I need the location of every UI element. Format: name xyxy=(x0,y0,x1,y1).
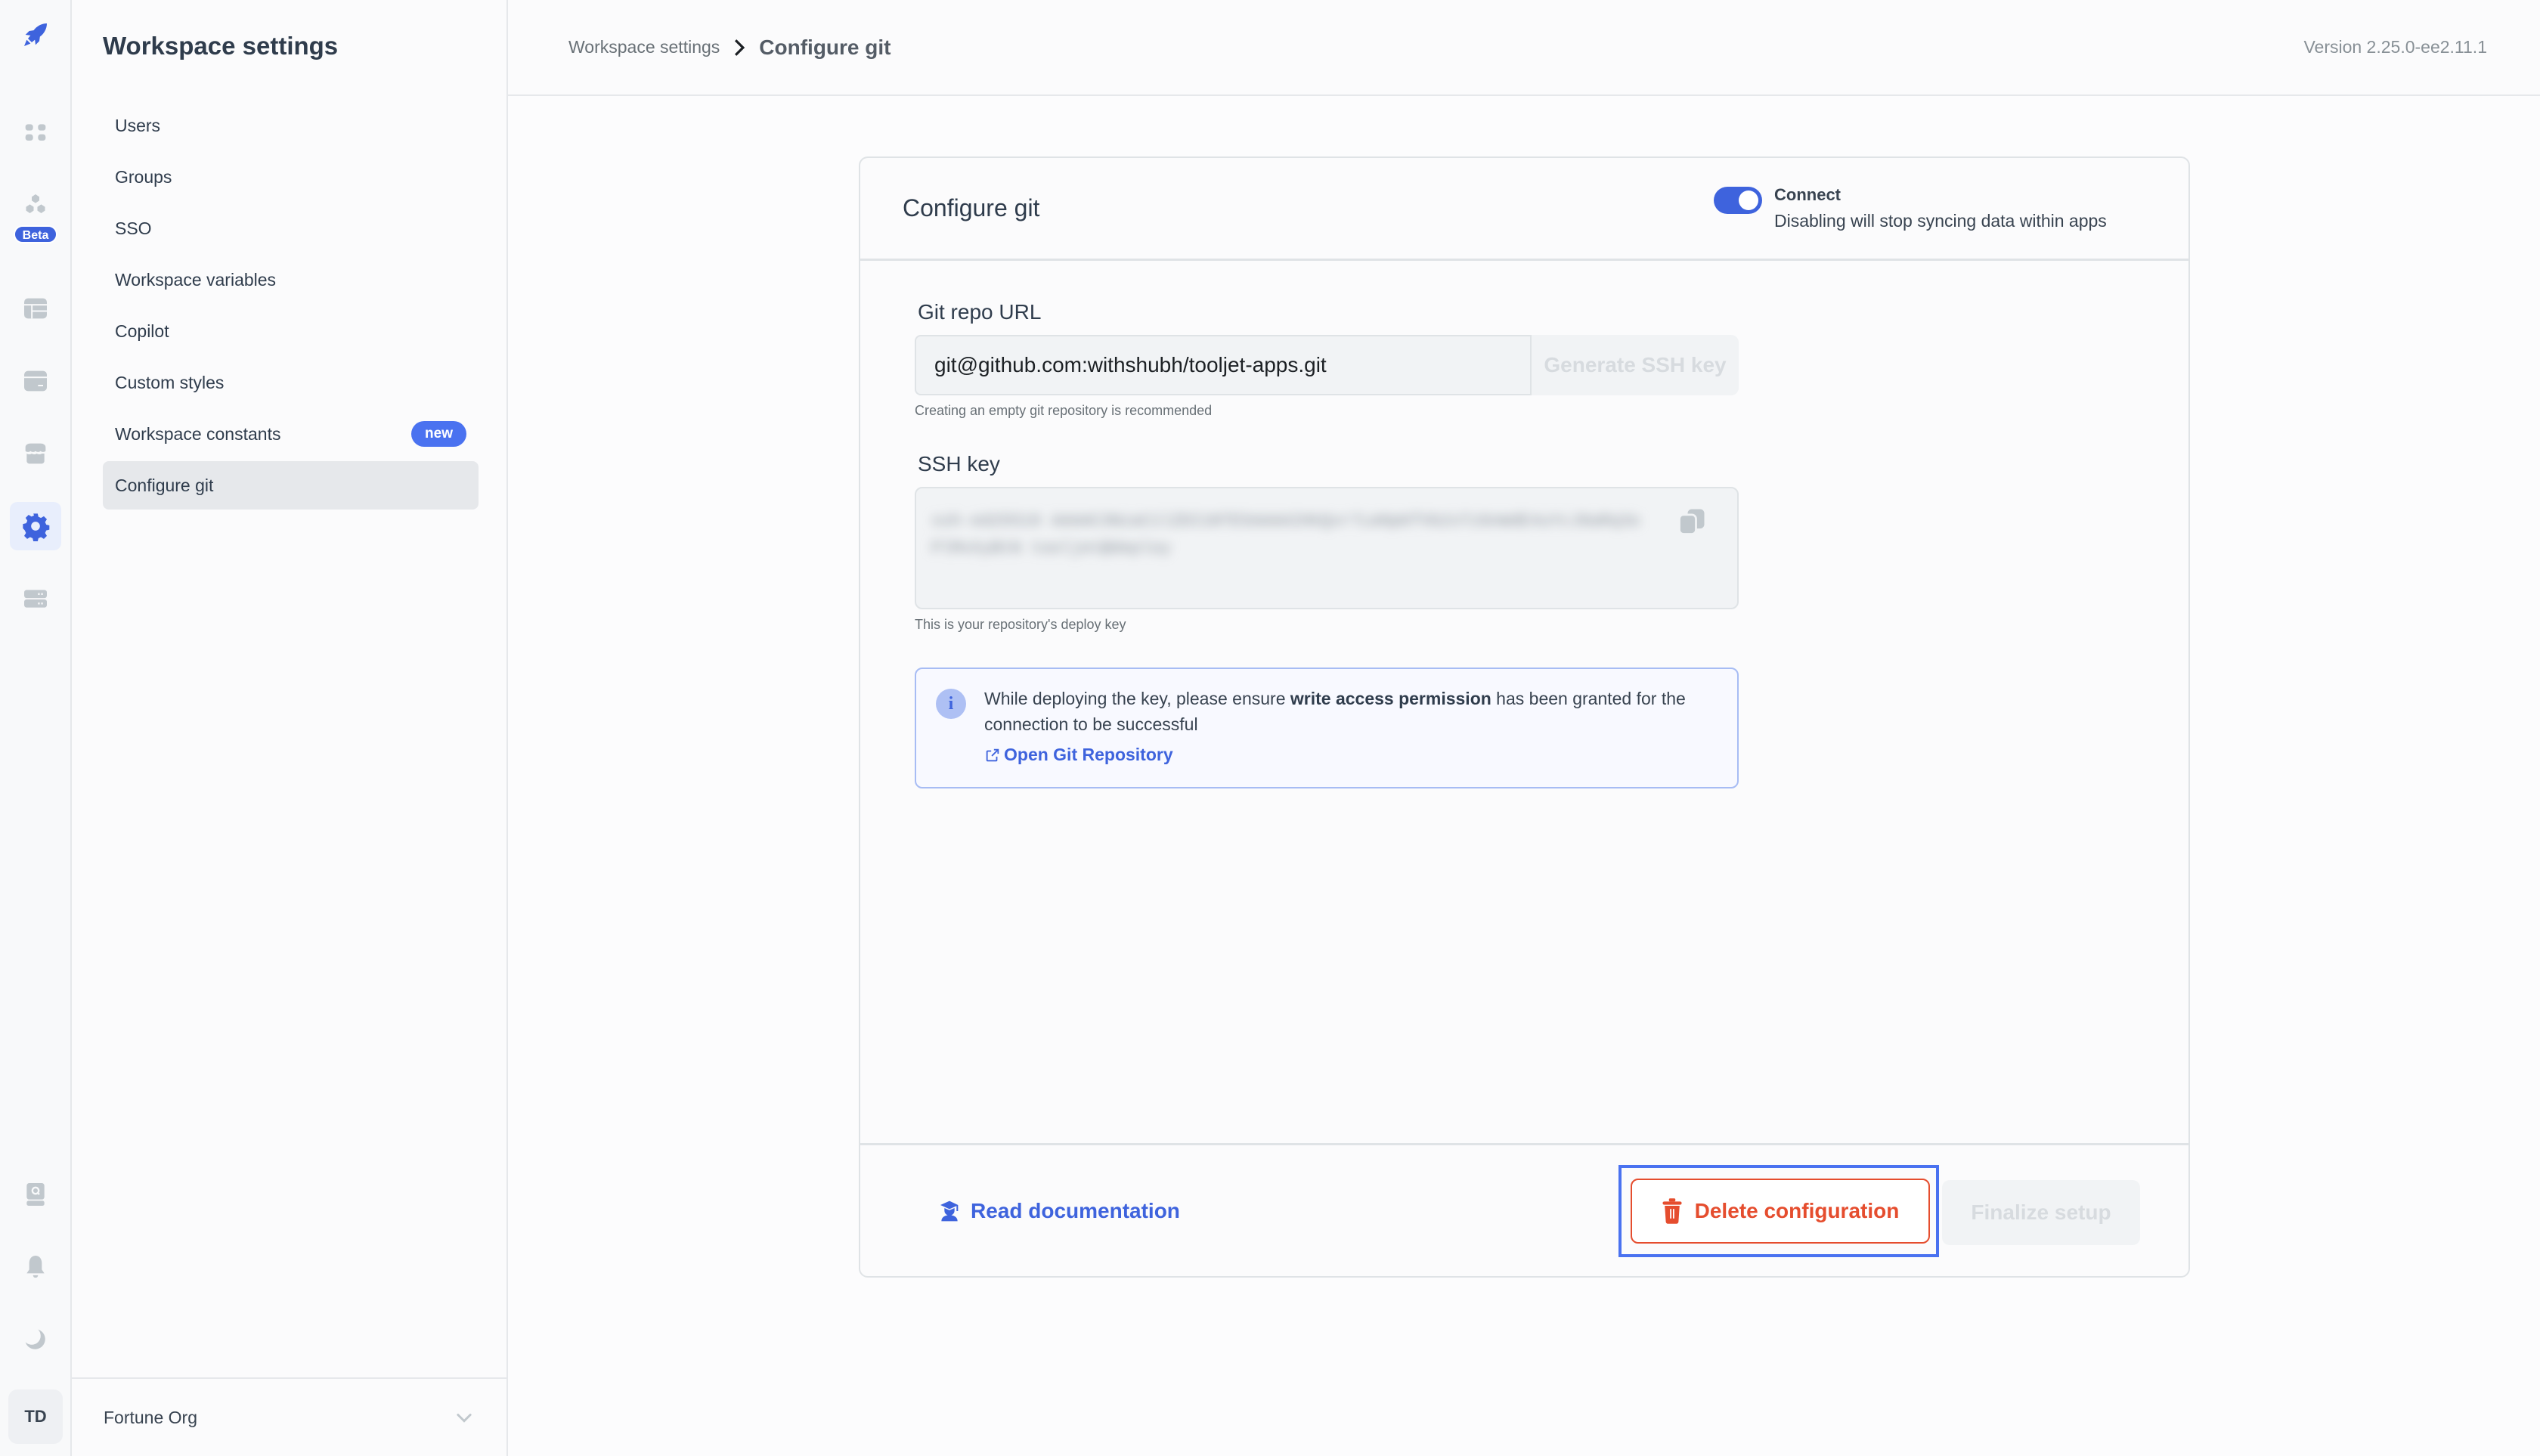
sidebar-item-label: Workspace constants xyxy=(115,423,281,444)
focus-highlight: Delete configuration xyxy=(1618,1164,1939,1257)
breadcrumb-parent[interactable]: Workspace settings xyxy=(568,37,720,57)
beta-badge: Beta xyxy=(14,225,57,243)
deploy-key-info-box: i While deploying the key, please ensure… xyxy=(915,668,1739,788)
ssh-key-value: ssh-ed25519 AAAAC3NzaC1lZDI1NTE5AAAAIHkQ… xyxy=(931,512,1640,558)
sidebar-item-custom-styles[interactable]: Custom styles xyxy=(103,358,479,407)
datasource-icon[interactable] xyxy=(10,357,61,405)
org-name: Fortune Org xyxy=(104,1407,197,1427)
info-text-part: While deploying the key, please ensure xyxy=(984,689,1290,708)
settings-sidebar: Workspace settings Users Groups SSO Work… xyxy=(72,0,508,1456)
read-documentation-link[interactable]: Read documentation xyxy=(937,1199,1180,1223)
sidebar-item-groups[interactable]: Groups xyxy=(103,153,479,201)
sidebar-item-sso[interactable]: SSO xyxy=(103,204,479,252)
org-switcher[interactable]: Fortune Org xyxy=(72,1377,506,1456)
delete-configuration-label: Delete configuration xyxy=(1694,1198,1900,1222)
sidebar-item-copilot[interactable]: Copilot xyxy=(103,307,479,355)
repo-url-label: Git repo URL xyxy=(918,300,1042,324)
footer-actions: Delete configuration Finalize setup xyxy=(1618,1164,2140,1257)
sidebar-title: Workspace settings xyxy=(103,32,339,60)
apps-grid-icon[interactable] xyxy=(10,109,61,157)
sidebar-item-label: SSO xyxy=(115,218,152,238)
top-bar: Workspace settings Configure git Version… xyxy=(508,0,2540,96)
sidebar-item-workspace-variables[interactable]: Workspace variables xyxy=(103,256,479,304)
connect-label: Connect xyxy=(1774,185,1841,204)
info-text: While deploying the key, please ensure w… xyxy=(984,686,1714,737)
sidebar-item-label: Workspace variables xyxy=(115,269,277,290)
ssh-key-label: SSH key xyxy=(918,452,1000,476)
breadcrumb: Workspace settings Configure git xyxy=(568,36,891,60)
card-header: Configure git Connect Disabling will sto… xyxy=(860,158,2188,261)
sidebar-item-label: Copilot xyxy=(115,321,169,341)
copy-icon[interactable] xyxy=(1675,505,1708,538)
finalize-setup-button[interactable]: Finalize setup xyxy=(1942,1179,2140,1245)
sidebar-item-label: Configure git xyxy=(115,475,214,495)
ssh-key-hint: This is your repository's deploy key xyxy=(915,617,1126,632)
notifications-bell-icon[interactable] xyxy=(10,1243,61,1291)
breadcrumb-current: Configure git xyxy=(759,35,891,59)
user-avatar[interactable]: TD xyxy=(8,1389,63,1444)
repo-url-input[interactable] xyxy=(915,335,1532,395)
icon-rail: Beta TD xyxy=(0,0,72,1456)
chevron-right-icon xyxy=(735,39,745,56)
sidebar-item-label: Custom styles xyxy=(115,372,225,392)
sidebar-item-configure-git[interactable]: Configure git xyxy=(103,461,479,510)
tooljet-logo-icon[interactable] xyxy=(10,11,61,59)
trash-icon xyxy=(1662,1197,1682,1224)
docs-book-search-icon[interactable] xyxy=(10,1170,61,1219)
graduate-icon xyxy=(940,1200,959,1221)
sidebar-item-label: Groups xyxy=(115,166,172,187)
sidebar-item-workspace-constants[interactable]: Workspace constants new xyxy=(103,410,479,458)
sidebar-item-label: Users xyxy=(115,115,161,135)
info-text-bold: write access permission xyxy=(1290,689,1491,708)
theme-moon-icon[interactable] xyxy=(10,1315,61,1364)
workflows-hexagons-icon[interactable] xyxy=(10,181,61,230)
repo-url-hint: Creating an empty git repository is reco… xyxy=(915,403,1213,418)
ssh-key-field: ssh-ed25519 AAAAC3NzaC1lZDI1NTE5AAAAIHkQ… xyxy=(915,487,1739,609)
settings-nav: Users Groups SSO Workspace variables Cop… xyxy=(103,101,479,513)
repo-url-row: Generate SSH key xyxy=(915,335,1739,395)
sidebar-item-users[interactable]: Users xyxy=(103,101,479,150)
connect-description: Disabling will stop syncing data within … xyxy=(1774,211,2107,231)
open-git-repository-label: Open Git Repository xyxy=(1004,745,1173,764)
generate-ssh-key-button[interactable]: Generate SSH key xyxy=(1532,335,1739,395)
instance-server-icon[interactable] xyxy=(10,575,61,623)
card-title: Configure git xyxy=(903,194,1040,221)
delete-configuration-button[interactable]: Delete configuration xyxy=(1631,1178,1930,1244)
card-footer: Read documentation Delete configuration … xyxy=(860,1143,2188,1276)
open-git-repository-link[interactable]: Open Git Repository xyxy=(984,745,1173,765)
info-icon: i xyxy=(936,689,966,719)
connect-control: Connect Disabling will stop syncing data… xyxy=(1714,185,2188,231)
connect-toggle[interactable] xyxy=(1714,187,1762,214)
database-table-icon[interactable] xyxy=(10,284,61,333)
read-documentation-label: Read documentation xyxy=(971,1198,1180,1222)
external-link-icon xyxy=(986,748,999,761)
new-badge: new xyxy=(411,421,466,447)
configure-git-card: Configure git Connect Disabling will sto… xyxy=(859,156,2190,1278)
workspace-settings-gear-icon[interactable] xyxy=(10,502,61,550)
git-form: Git repo URL Generate SSH key Creating a… xyxy=(915,300,1739,788)
chevron-down-icon xyxy=(457,1414,472,1423)
marketplace-store-icon[interactable] xyxy=(10,429,61,478)
version-label: Version 2.25.0-ee2.11.1 xyxy=(2303,37,2487,57)
